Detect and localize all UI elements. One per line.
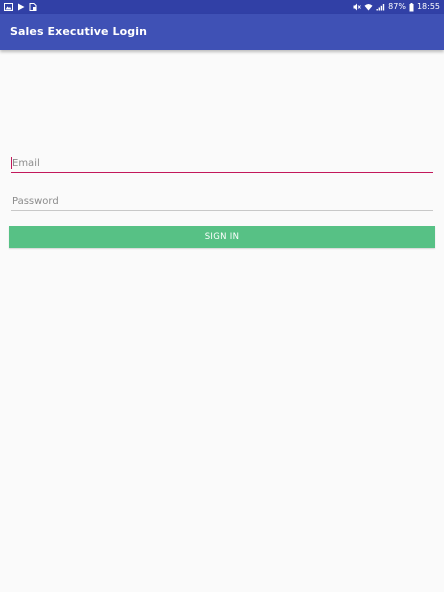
play-store-icon	[17, 3, 25, 11]
app-bar: Sales Executive Login	[0, 14, 444, 50]
password-field[interactable]	[11, 192, 433, 211]
wifi-icon	[364, 3, 373, 11]
battery-icon	[409, 2, 414, 12]
status-notifications	[4, 0, 37, 14]
status-bar: 87% 18:55	[0, 0, 444, 14]
gallery-icon	[4, 3, 13, 11]
status-system: 87% 18:55	[353, 0, 440, 14]
battery-percent: 87%	[388, 2, 406, 11]
document-icon	[29, 3, 37, 11]
page-title: Sales Executive Login	[10, 25, 148, 38]
email-field[interactable]	[11, 154, 433, 173]
text-cursor	[11, 157, 12, 169]
status-time: 18:55	[416, 2, 440, 11]
mute-icon	[353, 3, 362, 11]
signal-icon	[376, 3, 385, 11]
sign-in-button[interactable]: SIGN IN	[9, 226, 435, 248]
